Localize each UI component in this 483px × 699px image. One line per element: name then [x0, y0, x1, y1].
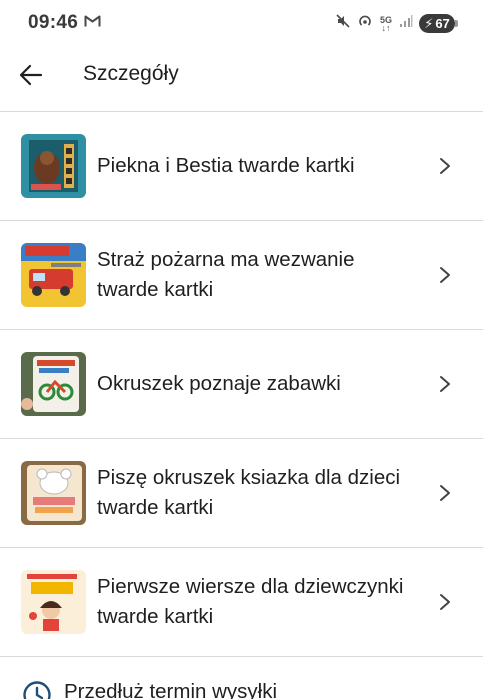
extend-shipping-label: Przedłuż termin wysyłki	[64, 680, 278, 699]
book-thumbnail	[21, 134, 86, 198]
list-item[interactable]: Straż pożarna ma wezwanie twarde kartki	[0, 221, 483, 330]
book-thumbnail	[21, 352, 86, 416]
status-icons: 5G ↓↑ ⚡ 67	[335, 13, 458, 34]
chevron-right-icon	[435, 156, 455, 176]
arrow-left-icon	[19, 64, 43, 86]
extend-shipping-button[interactable]: Przedłuż termin wysyłki	[0, 656, 483, 699]
gmail-icon	[84, 14, 101, 33]
book-thumbnail	[21, 461, 86, 525]
item-title: Okruszek poznaje zabawki	[97, 372, 341, 395]
item-title: Piekna i Bestia twarde kartki	[97, 154, 355, 177]
chevron-right-icon	[435, 592, 455, 612]
hotspot-icon	[357, 13, 373, 34]
network-label: 5G	[379, 14, 392, 25]
status-bar: 09:46 5G ↓↑ ⚡ 67	[0, 0, 483, 46]
battery-level: 67	[435, 16, 450, 31]
app-bar: Szczegóły	[0, 46, 483, 110]
item-title: Straż pożarna ma wezwanie twarde kartki	[97, 248, 355, 301]
clock-icon	[22, 680, 52, 699]
item-title: Piszę okruszek ksiazka dla dzieci twarde…	[97, 466, 401, 519]
status-time: 09:46	[28, 12, 79, 33]
chevron-right-icon	[435, 374, 455, 394]
list-item[interactable]: Okruszek poznaje zabawki	[0, 330, 483, 439]
list-item[interactable]: Piszę okruszek ksiazka dla dzieci twarde…	[0, 439, 483, 548]
list-item[interactable]: Pierwsze wiersze dla dziewczynki twarde …	[0, 548, 483, 657]
chevron-right-icon	[435, 483, 455, 503]
mute-icon	[335, 13, 351, 34]
book-thumbnail	[21, 243, 86, 307]
order-items-list: Piekna i Bestia twarde kartki Straż poża…	[0, 112, 483, 657]
battery-charging-icon: ⚡ 67	[419, 14, 458, 33]
list-item[interactable]: Piekna i Bestia twarde kartki	[0, 112, 483, 221]
item-title: Pierwsze wiersze dla dziewczynki twarde …	[97, 575, 404, 628]
page-title: Szczegóły	[83, 62, 179, 85]
signal-icon	[399, 14, 413, 33]
back-button[interactable]	[12, 56, 50, 94]
chevron-right-icon	[435, 265, 455, 285]
network-5g-icon: 5G ↓↑	[379, 14, 392, 33]
book-thumbnail	[21, 570, 86, 634]
